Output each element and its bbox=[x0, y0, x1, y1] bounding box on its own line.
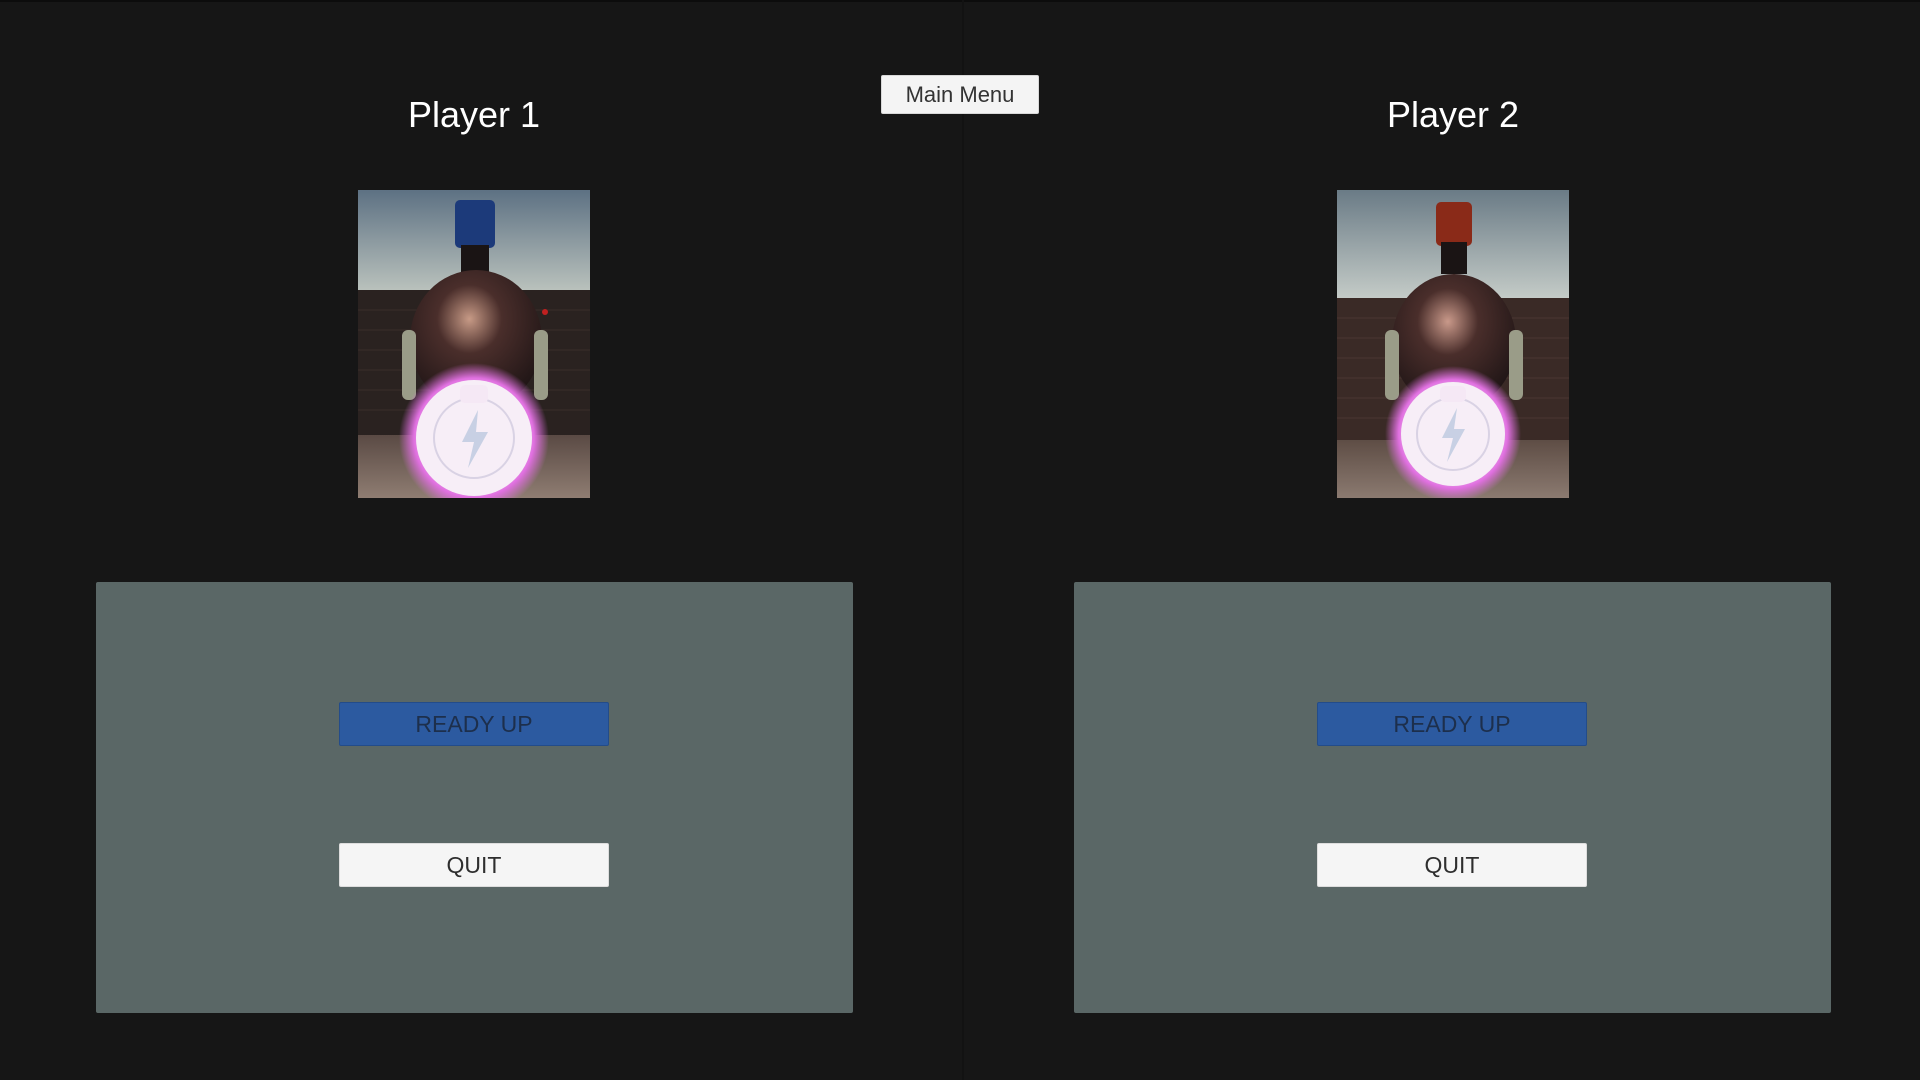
player-2-quit-button[interactable]: QUIT bbox=[1317, 843, 1587, 887]
player-2-panel: READY UP QUIT bbox=[1074, 582, 1831, 1013]
top-border bbox=[0, 0, 1920, 2]
character-select-screen: Main Menu Player 1 READY UP QUIT Player … bbox=[0, 0, 1920, 1080]
player-2-robot-image bbox=[1337, 190, 1569, 498]
player-2-ready-up-button[interactable]: READY UP bbox=[1317, 702, 1587, 746]
player-1-character-portrait bbox=[358, 190, 590, 498]
player-1-ready-up-button[interactable]: READY UP bbox=[339, 702, 609, 746]
player-1-title: Player 1 bbox=[407, 94, 541, 135]
player-2-title: Player 2 bbox=[1386, 94, 1520, 135]
player-1-panel: READY UP QUIT bbox=[96, 582, 853, 1013]
player-1-robot-image bbox=[358, 190, 590, 498]
player-1-quit-button[interactable]: QUIT bbox=[339, 843, 609, 887]
player-2-character-portrait bbox=[1337, 190, 1569, 498]
main-menu-button[interactable]: Main Menu bbox=[881, 75, 1039, 114]
split-screen-divider bbox=[962, 0, 964, 1080]
